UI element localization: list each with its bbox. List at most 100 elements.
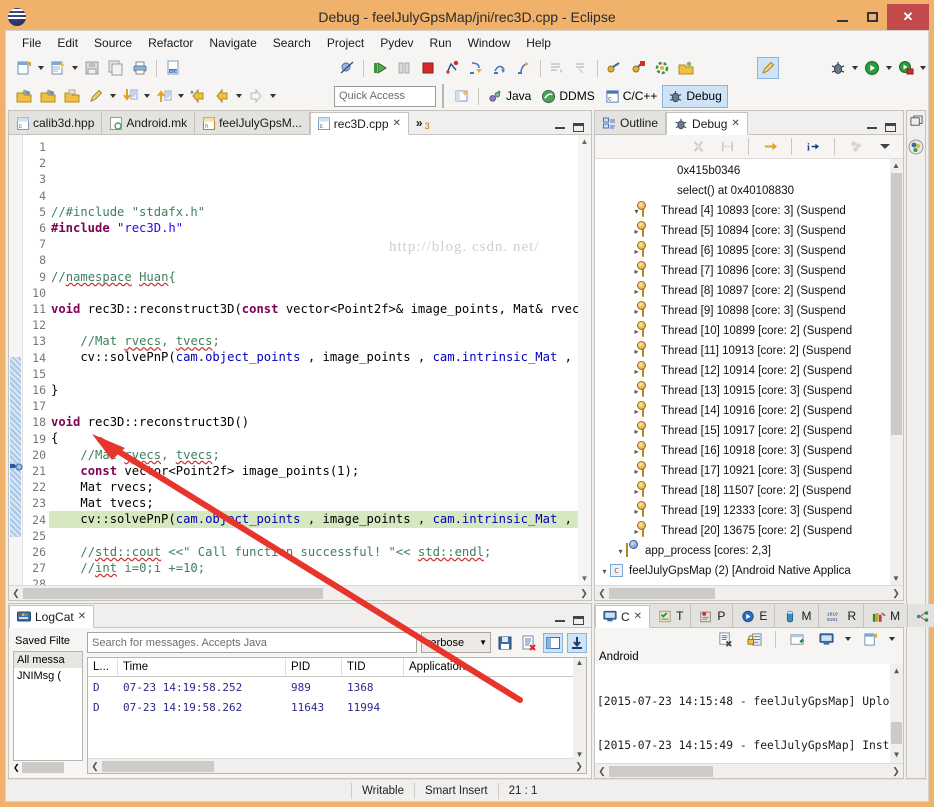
code-line[interactable]: const vector<Point2f> image_points(1); bbox=[49, 463, 578, 479]
logcat-vertical-scrollbar[interactable]: ▲ ▼ bbox=[573, 658, 586, 759]
editor-tab-feeljulygpsmap[interactable]: h feelJulyGpsM... bbox=[195, 111, 310, 134]
filter-all-messages[interactable]: All messa bbox=[14, 652, 82, 668]
editor-tab-androidmk[interactable]: Android.mk bbox=[102, 111, 196, 134]
forward-dropdown[interactable] bbox=[268, 85, 278, 107]
search-pencil-icon[interactable] bbox=[85, 85, 107, 107]
tree-row[interactable]: ▸ Thread [14] 10916 [core: 2] (Suspend bbox=[595, 401, 903, 421]
perspective-cpp[interactable]: c C/C++ bbox=[600, 85, 663, 108]
resume-icon[interactable] bbox=[369, 57, 391, 79]
tree-row[interactable]: ▸ Thread [16] 10918 [core: 3] (Suspend bbox=[595, 441, 903, 461]
open-type-hierarchy-icon[interactable] bbox=[37, 85, 59, 107]
filter-jnimsg[interactable]: JNIMsg ( bbox=[14, 668, 82, 684]
scroll-down-arrow-icon[interactable]: ▼ bbox=[581, 574, 589, 583]
editor-pencil-icon[interactable] bbox=[757, 57, 779, 79]
debug-tree-vertical-scrollbar[interactable]: ▲ ▼ bbox=[890, 159, 903, 585]
editor-minimize-icon[interactable] bbox=[555, 126, 565, 129]
run-icon[interactable] bbox=[861, 57, 883, 79]
tree-row[interactable]: ▾ c feelJulyGpsMap (2) [Android Native App… bbox=[595, 561, 903, 581]
perspective-java[interactable]: Java bbox=[483, 85, 536, 108]
editor-tab-calib3d[interactable]: c calib3d.hpp bbox=[9, 111, 103, 134]
restore-icon[interactable] bbox=[909, 115, 923, 131]
log-scroll-up-icon[interactable]: ▲ bbox=[576, 658, 584, 667]
view-menu-icon[interactable] bbox=[874, 136, 896, 158]
editor-code[interactable]: http://blog. csdn. net/ //#include "stda… bbox=[49, 135, 578, 585]
saved-filters-hscroll[interactable]: ❮ bbox=[13, 761, 83, 774]
new-wizard-dropdown[interactable] bbox=[70, 57, 80, 79]
console-tab[interactable]: C ✕ bbox=[595, 605, 651, 628]
open-project-icon[interactable] bbox=[675, 57, 697, 79]
open-resource-icon[interactable] bbox=[61, 85, 83, 107]
code-line[interactable]: //Mat rvecs, tvecs; bbox=[49, 447, 578, 463]
saved-filters-list[interactable]: All messa JNIMsg ( bbox=[13, 651, 83, 761]
back-icon[interactable] bbox=[211, 85, 233, 107]
console-output[interactable]: [2015-07-23 14:15:48 - feelJulyGpsMap] U… bbox=[595, 664, 903, 763]
tree-row[interactable]: ▸ Thread [8] 10897 [core: 2] (Suspend bbox=[595, 281, 903, 301]
log-scroll-right-icon[interactable]: ❯ bbox=[572, 761, 586, 772]
modules-tab[interactable]: M bbox=[864, 604, 909, 627]
code-line[interactable] bbox=[49, 285, 578, 301]
menu-project[interactable]: Project bbox=[319, 34, 372, 52]
open-console-icon[interactable] bbox=[859, 628, 881, 650]
clear-console-icon[interactable] bbox=[714, 628, 736, 650]
debug-history-dropdown[interactable] bbox=[850, 57, 860, 79]
col-header-level[interactable]: L... bbox=[88, 658, 118, 676]
lock-scroll-icon[interactable] bbox=[743, 628, 765, 650]
debug-tree[interactable]: 0x415b0346 select() at 0x40108830 ▾ Thread … bbox=[595, 159, 903, 585]
debug-icon[interactable] bbox=[827, 57, 849, 79]
console-scroll-up-icon[interactable]: ▲ bbox=[894, 664, 899, 679]
display-saved-filters-icon[interactable] bbox=[543, 632, 563, 653]
menu-file[interactable]: File bbox=[14, 34, 49, 52]
log-scroll-left-icon[interactable]: ❮ bbox=[88, 761, 102, 772]
chevron-down-icon[interactable]: ▾ bbox=[599, 567, 610, 576]
search-dropdown[interactable] bbox=[108, 85, 118, 107]
code-line[interactable]: #include "rec3D.h" bbox=[49, 220, 578, 236]
tree-scroll-left-icon[interactable]: ❮ bbox=[595, 588, 609, 599]
menu-help[interactable]: Help bbox=[518, 34, 559, 52]
editor-tab-overflow[interactable]: » 3 bbox=[408, 111, 438, 134]
external-tools-dropdown[interactable] bbox=[918, 57, 928, 79]
code-line[interactable]: { bbox=[49, 430, 578, 446]
code-line[interactable] bbox=[49, 317, 578, 333]
code-line[interactable] bbox=[49, 398, 578, 414]
code-line[interactable]: void rec3D::reconstruct3D() bbox=[49, 414, 578, 430]
code-line[interactable] bbox=[49, 252, 578, 268]
code-line[interactable]: } bbox=[49, 382, 578, 398]
editor-body[interactable]: 1 2 3 4 5 6 7 8 9 10 11 12 13 14 15 16 17 18 19 20 21 22 23 24 2… bbox=[9, 135, 591, 585]
next-annotation-dropdown[interactable] bbox=[142, 85, 152, 107]
pin-console-icon[interactable] bbox=[786, 628, 808, 650]
open-console-dropdown[interactable] bbox=[887, 628, 897, 650]
next-annotation-icon[interactable] bbox=[119, 85, 141, 107]
tree-row[interactable]: ▸ Thread [7] 10896 [core: 3] (Suspend bbox=[595, 261, 903, 281]
tree-scroll-right-icon[interactable]: ❯ bbox=[889, 588, 903, 599]
scroll-lock-icon[interactable] bbox=[567, 632, 587, 653]
code-line[interactable] bbox=[49, 366, 578, 382]
code-line[interactable] bbox=[49, 576, 578, 585]
logcat-level-select[interactable]: verbose ▼ bbox=[421, 632, 491, 653]
debug-maximize-icon[interactable] bbox=[885, 123, 896, 132]
col-header-tid[interactable]: TID bbox=[342, 658, 404, 676]
new-c-project-icon[interactable] bbox=[627, 57, 649, 79]
logcat-tab-close-icon[interactable]: ✕ bbox=[78, 611, 86, 622]
menu-search[interactable]: Search bbox=[265, 34, 319, 52]
maximize-button[interactable] bbox=[857, 4, 887, 30]
display-console-dropdown[interactable] bbox=[843, 628, 853, 650]
disconnect-icon[interactable] bbox=[441, 57, 463, 79]
code-line[interactable]: //std::cout <<" Call function successful… bbox=[49, 544, 578, 560]
code-line[interactable]: Mat rvecs; bbox=[49, 479, 578, 495]
back-dropdown[interactable] bbox=[234, 85, 244, 107]
registers-tab[interactable]: 1010 0101 R bbox=[819, 604, 865, 627]
step-return-icon[interactable] bbox=[513, 57, 535, 79]
menu-navigate[interactable]: Navigate bbox=[201, 34, 264, 52]
tree-row[interactable]: ▸ Thread [11] 10913 [core: 2] (Suspend bbox=[595, 341, 903, 361]
perspective-debug[interactable]: Debug bbox=[662, 84, 728, 108]
tree-row[interactable]: ▸ Thread [17] 10921 [core: 3] (Suspend bbox=[595, 461, 903, 481]
editor-maximize-icon[interactable] bbox=[573, 123, 584, 132]
tree-row[interactable]: ▸ Thread [15] 10917 [core: 2] (Suspend bbox=[595, 421, 903, 441]
close-button[interactable]: ✕ bbox=[887, 4, 929, 30]
debug-tab[interactable]: Debug ✕ bbox=[666, 112, 748, 135]
tree-row[interactable]: ▸ Thread [10] 10899 [core: 2] (Suspend bbox=[595, 321, 903, 341]
minimize-button[interactable] bbox=[827, 4, 857, 30]
print-icon[interactable] bbox=[129, 57, 151, 79]
editor-tab-close-icon[interactable]: ✕ bbox=[393, 118, 401, 129]
tree-row[interactable]: 0x415b0346 bbox=[595, 161, 903, 181]
